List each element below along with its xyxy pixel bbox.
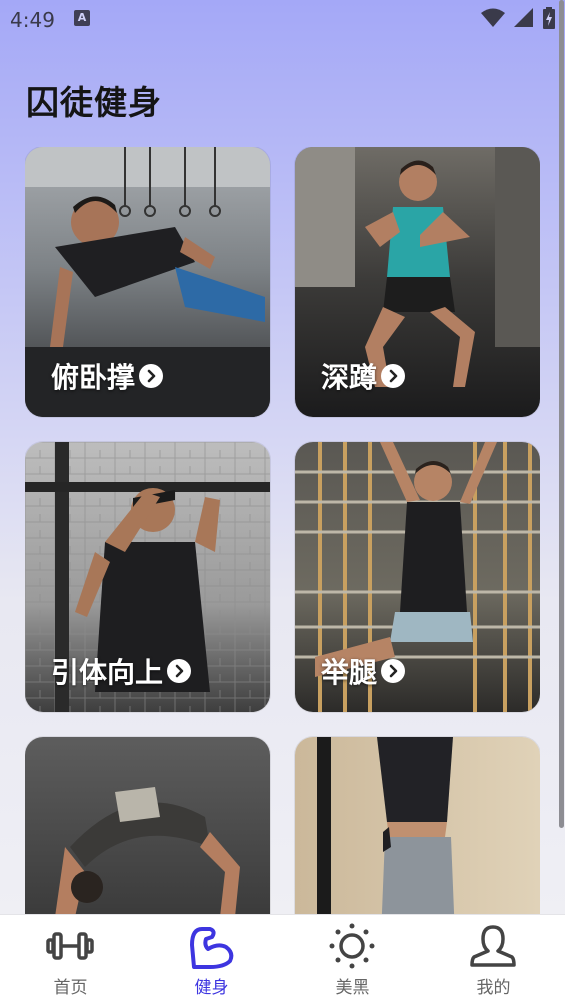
tab-label: 我的 xyxy=(476,978,511,998)
tab-tanning[interactable]: 美黑 xyxy=(282,915,423,1004)
tab-profile[interactable]: 我的 xyxy=(423,915,564,1004)
exercise-grid: 俯卧撑 深蹲 引体向上 举腿 xyxy=(25,147,540,914)
exercise-card-pullup[interactable]: 引体向上 xyxy=(25,442,270,712)
exercise-card-bridge[interactable] xyxy=(25,737,270,914)
chevron-right-circle-icon xyxy=(139,364,164,388)
exercise-label-text: 深蹲 xyxy=(321,361,378,394)
bottom-tab-bar: 首页 健身 美黑 我的 xyxy=(0,914,565,1004)
tab-home[interactable]: 首页 xyxy=(0,915,141,1004)
exercise-label: 深蹲 xyxy=(321,359,406,394)
flexed-arm-icon xyxy=(190,927,234,969)
chevron-right-circle-icon xyxy=(381,659,406,683)
status-bar: 4:49 A xyxy=(0,0,565,38)
exercise-label: 举腿 xyxy=(321,654,406,689)
chevron-right-circle-icon xyxy=(381,364,406,388)
person-icon xyxy=(470,925,516,967)
exercise-label: 俯卧撑 xyxy=(51,359,164,394)
tab-label: 健身 xyxy=(194,978,229,998)
tab-label: 美黑 xyxy=(335,978,370,998)
exercise-label-text: 俯卧撑 xyxy=(51,361,136,394)
status-icons xyxy=(477,7,555,29)
page-title: 囚徒健身 xyxy=(26,83,162,122)
status-time: 4:49 xyxy=(10,8,55,32)
bridge-photo xyxy=(25,737,270,914)
exercise-label: 引体向上 xyxy=(51,654,192,689)
exercise-label-text: 引体向上 xyxy=(51,656,164,689)
exercise-card-leg-raise[interactable]: 举腿 xyxy=(295,442,540,712)
tab-fitness[interactable]: 健身 xyxy=(141,915,282,1004)
cellular-signal-icon xyxy=(513,8,533,27)
sun-icon xyxy=(329,923,375,969)
chevron-right-circle-icon xyxy=(167,659,192,683)
dumbbell-icon xyxy=(46,932,94,960)
exercise-card-handstand[interactable] xyxy=(295,737,540,914)
tab-label: 首页 xyxy=(53,978,88,998)
exercise-label-text: 举腿 xyxy=(321,656,378,689)
exercise-card-pushup[interactable]: 俯卧撑 xyxy=(25,147,270,417)
battery-charging-icon xyxy=(543,7,555,29)
scrollbar[interactable] xyxy=(559,0,564,828)
exercise-card-squat[interactable]: 深蹲 xyxy=(295,147,540,417)
wifi-icon xyxy=(480,8,505,27)
handstand-photo xyxy=(295,737,540,914)
notification-icon: A xyxy=(74,10,90,26)
